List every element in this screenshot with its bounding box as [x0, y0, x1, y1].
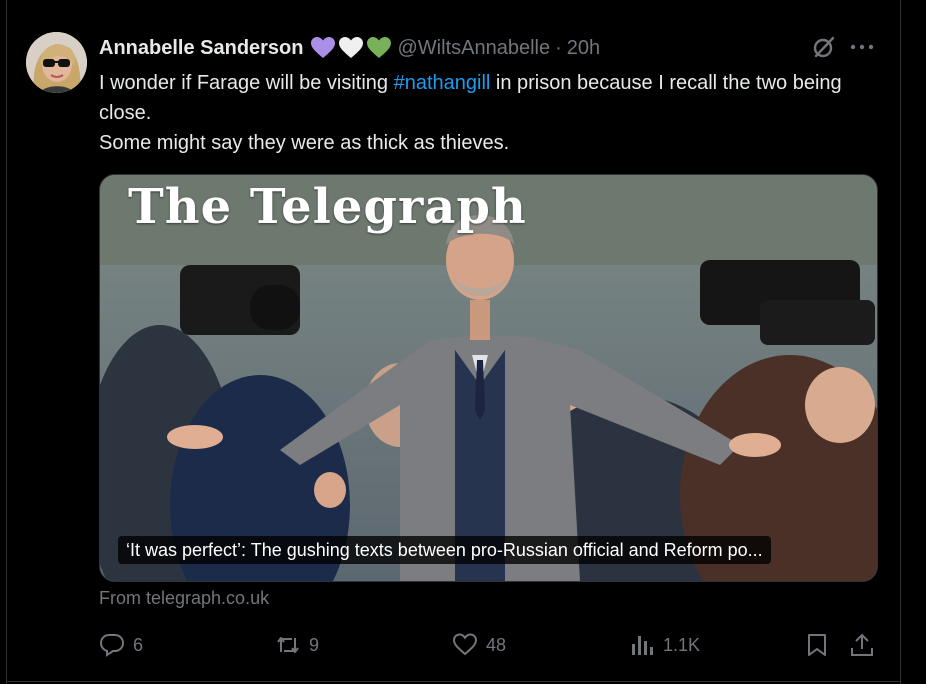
author-handle[interactable]: @WiltsAnnabelle [398, 37, 551, 60]
hashtag-link[interactable]: #nathangill [394, 72, 491, 94]
bookmark-button[interactable] [804, 628, 830, 662]
link-card[interactable]: The Telegraph ‘It was perfect’: The gush… [99, 174, 878, 582]
share-button[interactable] [849, 628, 875, 662]
views-chart-icon [632, 636, 653, 655]
reply-icon [99, 634, 125, 657]
repost-button[interactable]: 9 [275, 628, 319, 662]
card-image [100, 175, 877, 581]
green-heart-icon [366, 37, 391, 58]
reply-count: 6 [133, 634, 144, 655]
timeline-right-border [900, 0, 901, 684]
separator-dot: · [555, 36, 562, 59]
purple-heart-icon [310, 37, 335, 58]
views-button[interactable]: 1.1K [629, 628, 700, 662]
card-title[interactable]: ‘It was perfect’: The gushing texts betw… [118, 536, 771, 564]
timestamp[interactable]: 20h [567, 37, 600, 60]
heart-icon [452, 633, 478, 656]
like-button[interactable]: 48 [452, 628, 506, 662]
action-bar: 6 9 48 1.1K [99, 628, 879, 662]
share-icon [851, 634, 873, 656]
tweet-divider [6, 681, 901, 682]
white-heart-icon [338, 37, 363, 58]
tweet-text-line: Some might say they were as thick as thi… [99, 132, 510, 154]
grok-icon[interactable] [811, 34, 837, 60]
reply-button[interactable]: 6 [99, 628, 143, 662]
bookmark-icon [808, 634, 826, 656]
like-count: 48 [486, 634, 507, 655]
avatar[interactable] [26, 32, 87, 93]
card-masthead: The Telegraph [128, 179, 527, 235]
repost-icon [277, 637, 299, 653]
view-count: 1.1K [663, 634, 701, 655]
timeline-left-border [6, 0, 7, 684]
tweet-text-part: I wonder if Farage will be visiting [99, 72, 394, 94]
tweet-header: Annabelle Sanderson @WiltsAnnabelle · 20… [99, 34, 600, 62]
avatar-photo [26, 32, 87, 93]
tweet-text: I wonder if Farage will be visiting #nat… [99, 68, 869, 158]
name-emoji [310, 36, 392, 60]
more-options-icon[interactable] [849, 36, 875, 58]
repost-count: 9 [309, 634, 320, 655]
author-name[interactable]: Annabelle Sanderson [99, 37, 304, 60]
card-source-link[interactable]: From telegraph.co.uk [99, 588, 269, 609]
